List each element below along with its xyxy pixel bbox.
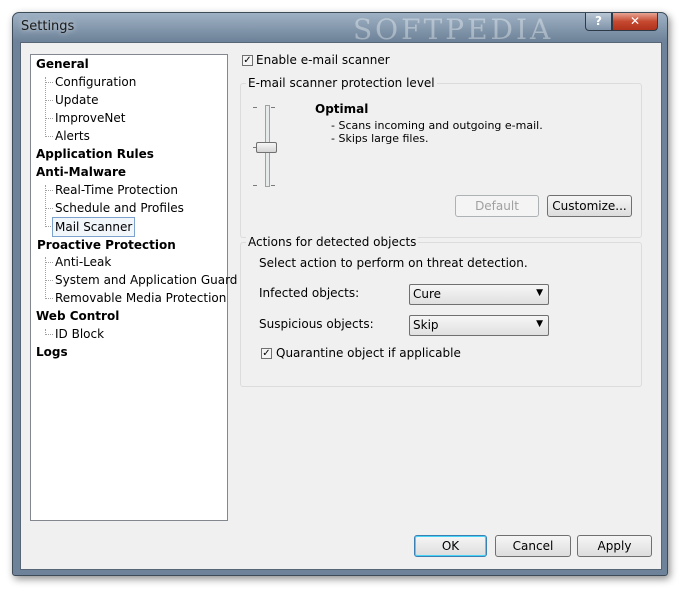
actions-instruction: Select action to perform on threat detec… — [259, 256, 528, 270]
quarantine-checkbox[interactable]: ✓ — [261, 348, 272, 359]
tree-item-schedule-and-profiles[interactable]: Schedule and Profiles — [55, 199, 184, 217]
tree-branch — [45, 82, 53, 83]
infected-objects-dropdown[interactable]: Cure ▼ — [409, 284, 549, 305]
tree-item-update[interactable]: Update — [55, 91, 98, 109]
tree-connector — [45, 185, 46, 227]
cancel-button[interactable]: Cancel — [495, 535, 571, 557]
tree-item-alerts[interactable]: Alerts — [55, 127, 90, 145]
slider-tick — [271, 107, 275, 108]
protection-level-slider[interactable] — [240, 83, 300, 203]
actions-group-title: Actions for detected objects — [246, 235, 419, 249]
tree-item-id-block[interactable]: ID Block — [55, 325, 104, 343]
tree-branch — [45, 298, 53, 299]
help-button[interactable]: ? — [585, 13, 612, 31]
settings-tree[interactable]: General Configuration Update ImproveNet … — [30, 54, 237, 521]
tree-item-anti-malware[interactable]: Anti-Malware — [36, 163, 126, 181]
tree-branch — [45, 208, 53, 209]
tree-branch — [45, 100, 53, 101]
tree-branch — [45, 190, 53, 191]
window-title: Settings — [21, 19, 75, 34]
tree-item-application-rules[interactable]: Application Rules — [36, 145, 154, 163]
tree-item-web-control[interactable]: Web Control — [36, 307, 119, 325]
tree-branch — [45, 118, 53, 119]
tree-item-general[interactable]: General — [36, 55, 89, 73]
protection-level-desc-2: - Skips large files. — [331, 132, 429, 145]
customize-button[interactable]: Customize... — [547, 195, 632, 217]
tree-branch — [45, 262, 53, 263]
tree-connector — [45, 77, 46, 137]
tree-item-real-time-protection[interactable]: Real-Time Protection — [55, 181, 178, 199]
protection-level-desc-1: - Scans incoming and outgoing e-mail. — [331, 119, 543, 132]
infected-objects-label: Infected objects: — [259, 286, 360, 300]
quarantine-label: Quarantine object if applicable — [276, 346, 461, 360]
tree-item-improvenet[interactable]: ImproveNet — [55, 109, 125, 127]
enable-email-scanner-checkbox[interactable]: ✓ — [242, 55, 253, 66]
close-button[interactable]: ✕ — [612, 13, 658, 31]
suspicious-objects-label: Suspicious objects: — [259, 317, 374, 331]
slider-tick — [253, 185, 257, 186]
tree-item-anti-leak[interactable]: Anti-Leak — [55, 253, 111, 271]
chevron-down-icon: ▼ — [536, 319, 543, 329]
tree-item-system-and-application-guard[interactable]: System and Application Guard — [55, 271, 237, 289]
infected-objects-value: Cure — [413, 287, 442, 301]
suspicious-objects-value: Skip — [413, 318, 439, 332]
dialog-client-area: General Configuration Update ImproveNet … — [20, 42, 662, 570]
tree-connector — [45, 257, 46, 299]
tree-item-configuration[interactable]: Configuration — [55, 73, 136, 91]
protection-level-name: Optimal — [315, 102, 369, 116]
apply-button[interactable]: Apply — [577, 535, 652, 557]
slider-thumb[interactable] — [256, 142, 277, 153]
chevron-down-icon: ▼ — [536, 288, 543, 298]
tree-item-removable-media-protection[interactable]: Removable Media Protection — [55, 289, 226, 307]
ok-button[interactable]: OK — [414, 535, 487, 557]
tree-branch — [45, 280, 53, 281]
tree-item-proactive-protection[interactable]: Proactive Protection — [34, 235, 179, 255]
settings-window: SOFTPEDIA Settings ? ✕ General Configura… — [12, 12, 668, 576]
slider-tick — [271, 185, 275, 186]
slider-tick — [253, 107, 257, 108]
default-button[interactable]: Default — [455, 195, 539, 217]
suspicious-objects-dropdown[interactable]: Skip ▼ — [409, 315, 549, 336]
enable-email-scanner-label: Enable e-mail scanner — [256, 53, 390, 67]
tree-branch — [45, 334, 53, 335]
tree-item-logs[interactable]: Logs — [36, 343, 68, 361]
tree-branch — [45, 136, 53, 137]
tree-item-mail-scanner[interactable]: Mail Scanner — [52, 217, 136, 237]
